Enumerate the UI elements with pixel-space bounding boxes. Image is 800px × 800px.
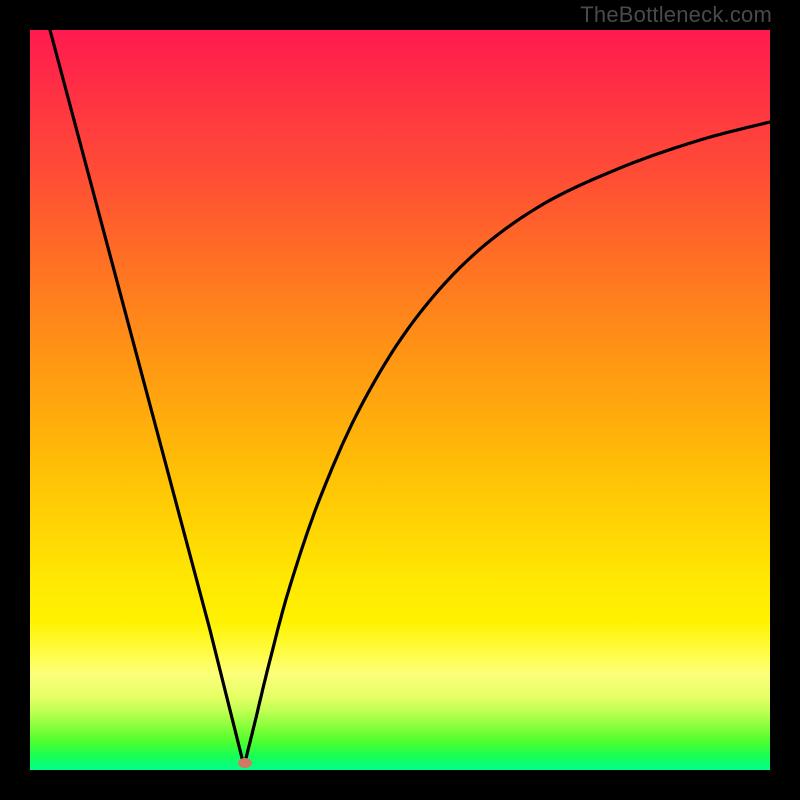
attribution-text: TheBottleneck.com	[580, 2, 772, 28]
curve-svg	[30, 30, 770, 770]
plot-area	[30, 30, 770, 770]
bottleneck-curve	[50, 30, 770, 766]
minimum-marker	[238, 758, 252, 768]
chart-container: TheBottleneck.com	[0, 0, 800, 800]
